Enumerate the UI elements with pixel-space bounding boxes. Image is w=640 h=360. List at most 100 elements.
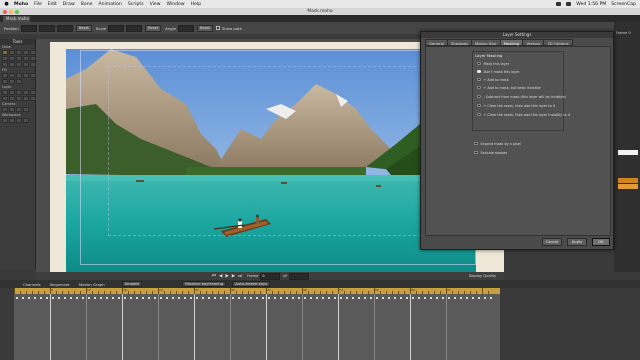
magnet-tool-icon[interactable] [23, 50, 29, 55]
translate-layer-tool-icon[interactable] [16, 90, 22, 95]
scale-x-field[interactable] [108, 24, 125, 32]
exclude-strokes-option[interactable]: Exclude strokes [474, 150, 507, 155]
transform-layer-tool-icon[interactable] [2, 90, 8, 95]
tab-motion-graph[interactable]: Motion Graph [76, 282, 108, 287]
menu-window[interactable]: Window [167, 2, 185, 7]
scale-y-field[interactable] [126, 24, 143, 32]
set-origin-tool-icon[interactable] [9, 90, 15, 95]
timeline-tracks[interactable] [14, 294, 500, 360]
menu-help[interactable]: Help [191, 2, 201, 7]
curvature-tool-icon[interactable] [16, 50, 22, 55]
select-shape-tool-icon[interactable] [2, 73, 8, 78]
radio-clear-mask-then-add-invisibly[interactable]: + Clear the mask, then add this layer in… [477, 112, 570, 117]
hide-edge-tool-icon[interactable] [2, 79, 8, 84]
radio-button[interactable] [477, 112, 481, 117]
color-swatch-white[interactable] [618, 150, 638, 155]
exclude-strokes-checkbox[interactable] [474, 150, 478, 155]
step-forward-icon[interactable]: ▶ [232, 274, 235, 279]
eraser-tool-icon[interactable] [9, 56, 15, 61]
radio-button[interactable] [477, 94, 481, 99]
menu-edit[interactable]: Edit [48, 2, 57, 7]
ok-button[interactable]: OK [592, 238, 610, 246]
shear-layer-tool-icon[interactable] [9, 96, 15, 101]
menu-scripts[interactable]: Scripts [128, 2, 144, 7]
rewind-icon[interactable]: ⏮ [212, 273, 216, 279]
apply-button[interactable]: Apply [567, 238, 587, 246]
cancel-button[interactable]: Cancel [542, 238, 562, 246]
radio-button[interactable] [477, 77, 481, 82]
radio-dont-mask-this-layer[interactable]: Don't mask this layer [477, 69, 520, 74]
fast-forward-icon[interactable]: ⏭ [238, 273, 242, 279]
reset-angle-button[interactable]: Reset [196, 24, 213, 32]
paint-bucket-tool-icon[interactable] [16, 73, 22, 78]
create-shape-tool-icon[interactable] [9, 73, 15, 78]
battery-icon[interactable] [566, 2, 572, 6]
reset-scale-button[interactable]: Reset [145, 24, 162, 32]
scale-layer-tool-icon[interactable] [23, 90, 29, 95]
scatter-brush-tool-icon[interactable] [23, 56, 29, 61]
freehand-tool-icon[interactable] [2, 56, 8, 61]
radio-button[interactable] [477, 61, 481, 66]
radio-add-to-mask[interactable]: + Add to mask [477, 77, 509, 82]
radio-button-selected[interactable] [477, 69, 481, 74]
tab-masking[interactable]: Masking [499, 39, 524, 46]
pan-workspace-tool-icon[interactable] [2, 118, 8, 123]
shear-tool-icon[interactable] [16, 62, 22, 67]
position-z-field[interactable] [56, 24, 73, 32]
position-x-field[interactable] [20, 24, 37, 32]
play-icon[interactable]: ▶ [225, 274, 228, 279]
auto-freeze-keys-toggle[interactable]: Auto-freeze keys [232, 281, 271, 287]
perspective-tool-icon[interactable] [9, 62, 15, 67]
tab-3d-options[interactable]: 3D Options [543, 39, 573, 46]
switch-layer-tool-icon[interactable] [16, 96, 22, 101]
delete-shape-tool-icon[interactable] [23, 73, 29, 78]
menubar-screencap[interactable]: ScreenCap [611, 2, 636, 7]
wifi-icon[interactable] [556, 2, 562, 6]
bend-tool-icon[interactable] [23, 62, 29, 67]
radio-add-to-mask-invisible[interactable]: + Add to mask, but keep invisible [477, 85, 541, 90]
tab-general[interactable]: General [425, 39, 448, 46]
radio-subtract-from-mask[interactable]: - Subtract from mask (this layer will be… [477, 94, 566, 99]
step-back-icon[interactable]: ◀ [219, 274, 222, 279]
apple-icon[interactable]: ● [3, 1, 10, 7]
radio-clear-mask-then-add[interactable]: + Clear the mask, then add this layer to… [477, 103, 555, 108]
tab-channels[interactable]: Channels [20, 282, 44, 287]
radio-mask-this-layer[interactable]: Mask this layer [477, 61, 509, 66]
display-quality-button[interactable]: Display Quality [469, 274, 496, 278]
interpolation-dropdown[interactable]: Smooth [121, 281, 143, 287]
angle-field[interactable] [177, 24, 194, 32]
menu-animation[interactable]: Animation [98, 2, 121, 7]
expand-mask-option[interactable]: Expand mask by a pixel [474, 141, 521, 146]
minimize-window-icon[interactable] [9, 9, 13, 14]
show-path-checkbox[interactable] [215, 26, 220, 30]
curve-profile-fill-tool-icon[interactable] [16, 79, 22, 84]
roll-camera-tool-icon[interactable] [16, 107, 22, 112]
add-point-tool-icon[interactable] [9, 50, 15, 55]
transform-points-tool-icon[interactable] [2, 50, 8, 55]
track-camera-tool-icon[interactable] [2, 107, 8, 112]
menu-file[interactable]: File [34, 2, 42, 7]
pan-tilt-camera-tool-icon[interactable] [23, 107, 29, 112]
relative-keyframing-toggle[interactable]: Relative keyframing [182, 281, 227, 287]
radio-button[interactable] [477, 103, 481, 108]
tab-shadows[interactable]: Shadows [446, 39, 472, 46]
tab-motion-blur[interactable]: Motion Blur [470, 39, 501, 46]
zoom-workspace-tool-icon[interactable] [9, 118, 15, 123]
radio-button[interactable] [477, 85, 481, 90]
menu-draw[interactable]: Draw [63, 2, 75, 7]
close-window-icon[interactable] [3, 9, 7, 14]
flip-layer-tool-icon[interactable] [2, 96, 8, 101]
curve-profile-tool-icon[interactable] [2, 62, 8, 67]
menu-view[interactable]: View [150, 2, 161, 7]
color-swatch-orange-2[interactable] [618, 184, 638, 189]
menu-app-moho[interactable]: Moho [14, 2, 28, 7]
tab-sequencer[interactable]: Sequencer [47, 282, 73, 287]
stroke-exposure-tool-icon[interactable] [9, 79, 15, 84]
tab-vectors[interactable]: Vectors [522, 39, 545, 46]
reset-position-button[interactable]: Reset [75, 24, 92, 32]
rotate-workspace-tool-icon[interactable] [16, 118, 22, 123]
dialog-title[interactable]: Layer Settings [421, 32, 613, 38]
end-frame-field[interactable] [288, 272, 309, 280]
position-y-field[interactable] [38, 24, 55, 32]
menu-bone[interactable]: Bone [81, 2, 93, 7]
